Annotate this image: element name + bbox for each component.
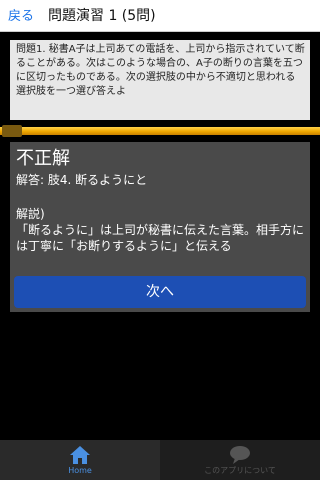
explanation-text: 「断るように」は上司が秘書に伝えた言葉。相手方には丁寧に「お断りするように」と伝… xyxy=(16,223,305,253)
progress-handle xyxy=(2,125,22,137)
page-title: 問題演習 1 (5問) xyxy=(48,8,156,24)
back-button[interactable]: 戻る xyxy=(8,5,34,24)
nav-item-about[interactable]: このアプリについて xyxy=(160,440,320,480)
result-label: 不正解 xyxy=(16,148,70,169)
answer-line: 解答: 肢4. 断るようにと xyxy=(16,173,148,187)
nav-item-home[interactable]: Home xyxy=(0,440,160,480)
bottom-nav: Home このアプリについて xyxy=(0,440,320,480)
nav-label-about: このアプリについて xyxy=(204,466,276,475)
explanation-title: 解説) xyxy=(16,207,45,221)
progress-fill xyxy=(0,127,320,135)
header-bar: 戻る 問題演習 1 (5問) xyxy=(0,0,320,32)
nav-label-home: Home xyxy=(68,466,92,475)
question-box: 問題1. 秘書A子は上司あての電話を、上司から指示されていて断ることがある。次は… xyxy=(10,40,310,120)
question-text: 問題1. 秘書A子は上司あての電話を、上司から指示されていて断ることがある。次は… xyxy=(16,44,305,97)
next-button[interactable]: 次へ xyxy=(14,276,306,308)
